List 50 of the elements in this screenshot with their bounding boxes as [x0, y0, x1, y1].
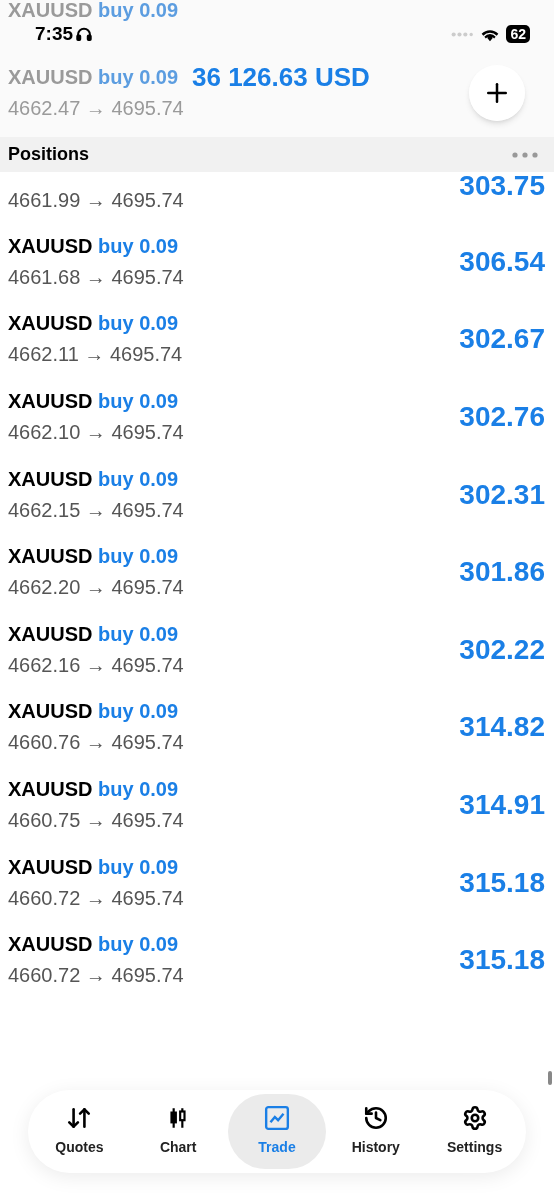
- position-title: XAUUSD buy 0.09: [8, 389, 180, 414]
- position-profit: 302.31: [459, 477, 545, 512]
- position-profit: 306.54: [459, 244, 545, 279]
- position-prices: 4662.15 → 4695.74: [8, 497, 184, 523]
- position-prices: 4660.76 → 4695.74: [8, 730, 184, 756]
- battery-indicator: 62: [506, 25, 530, 43]
- position-prices: 4660.75 → 4695.74: [8, 807, 184, 833]
- history-icon: [362, 1105, 389, 1131]
- arrows-icon: [66, 1105, 93, 1131]
- position-profit: 302.76: [459, 400, 545, 434]
- position-title: XAUUSD buy 0.09: [8, 233, 180, 259]
- status-time: 7:35: [35, 21, 74, 46]
- headphones-icon: [75, 25, 94, 43]
- position-title: XAUUSD buy 0.09: [8, 621, 180, 647]
- balance: 36 126.63 USD: [192, 61, 370, 94]
- position-profit: 302.67: [459, 322, 545, 357]
- section-title: Positions: [8, 143, 89, 166]
- position-title: XAUUSD buy 0.09: [8, 699, 180, 725]
- position-prices: 4662.10 → 4695.74: [8, 420, 184, 445]
- faded-position-title: XAUUSD buy 0.09: [8, 65, 180, 90]
- position-title: XAUUSD buy 0.09: [8, 466, 180, 492]
- tab[interactable]: Chart: [128, 1094, 228, 1169]
- position-prices: 4662.11 → 4695.74: [8, 342, 183, 368]
- position-prices: 4660.72 → 4695.74: [8, 963, 184, 989]
- signal-icon: [450, 31, 475, 37]
- faded-position-title: XAUUSD buy 0.09: [8, 0, 180, 20]
- scroll-indicator: [548, 1071, 552, 1085]
- position-title: XAUUSD buy 0.09: [8, 854, 180, 880]
- position-prices: 4661.99 → 4695.74: [8, 187, 184, 213]
- tab[interactable]: Quotes: [30, 1094, 129, 1169]
- position-prices: 4662.20 → 4695.74: [8, 575, 184, 601]
- line-chart-icon: [264, 1105, 290, 1131]
- position-prices: 4662.16 → 4695.74: [8, 652, 184, 678]
- position-title: XAUUSD buy 0.09: [8, 311, 180, 337]
- position-title: XAUUSD buy 0.09: [8, 932, 180, 958]
- position-profit: 303.75: [459, 169, 545, 203]
- position-prices: 4661.68 → 4695.74: [8, 264, 184, 290]
- faded-position-prices: 4662.47 → 4695.74: [8, 96, 185, 121]
- tab[interactable]: Settings: [425, 1094, 524, 1169]
- position-profit: 315.18: [459, 943, 545, 978]
- position-profit: 302.22: [459, 632, 545, 667]
- tab[interactable]: History: [326, 1094, 426, 1169]
- position-title: XAUUSD buy 0.09: [8, 776, 180, 802]
- position-profit: 301.86: [459, 555, 545, 590]
- position-profit: 315.18: [459, 865, 545, 900]
- position-profit: 314.82: [459, 710, 545, 745]
- position-prices: 4660.72 → 4695.74: [8, 885, 184, 911]
- position-title: XAUUSD buy 0.09: [8, 544, 180, 570]
- position-profit: 314.91: [459, 787, 545, 822]
- settings-icon: [461, 1105, 488, 1131]
